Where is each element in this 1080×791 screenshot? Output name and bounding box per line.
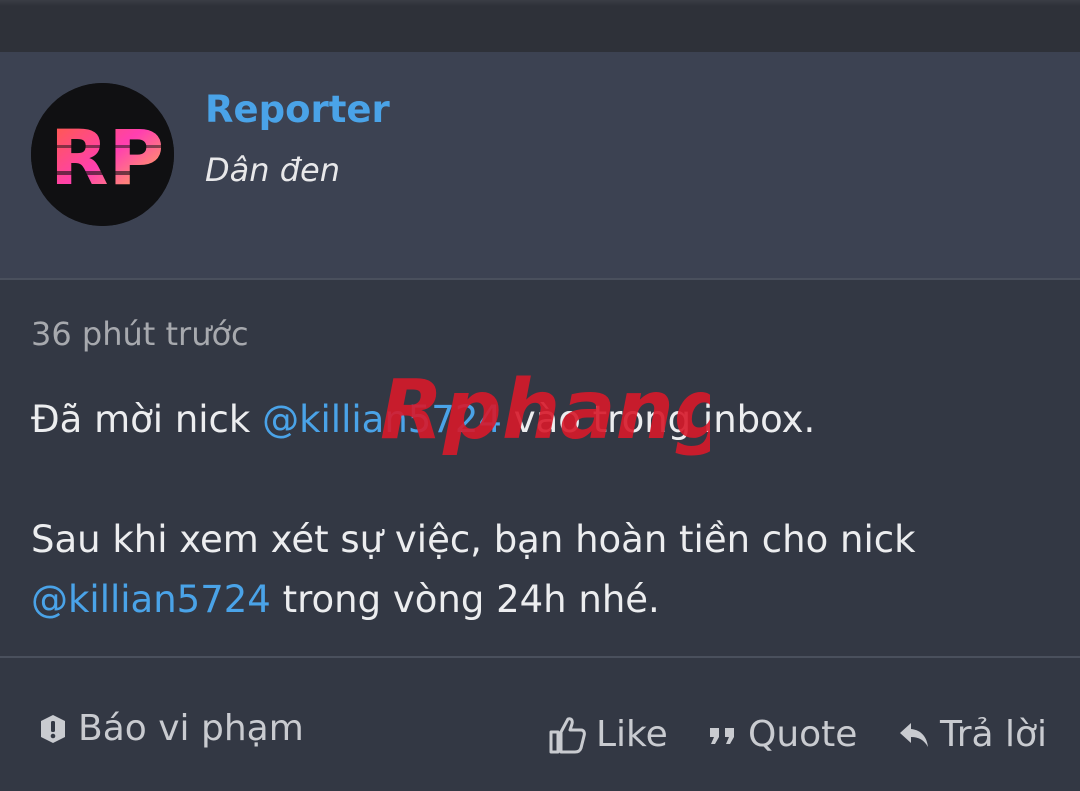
post-timestamp[interactable]: 36 phút trước	[31, 315, 249, 353]
avatar-letter-r: RP	[50, 113, 164, 202]
actions-divider	[0, 656, 1080, 658]
author-name[interactable]: Reporter	[205, 88, 390, 131]
report-button[interactable]: Báo vi phạm	[38, 708, 304, 749]
post-author-block: RP Reporter Dân đen	[0, 52, 1080, 280]
top-edge	[0, 0, 1080, 6]
reply-button[interactable]: Trả lời	[898, 714, 1047, 755]
message-text: Đã mời nick	[31, 398, 263, 441]
post-container: RP Reporter Dân đen 36 phút trước Đã mời…	[0, 52, 1080, 791]
message-line-1: Đã mời nick @killian5724 vào trong inbox…	[31, 390, 1051, 450]
reply-arrow-icon	[898, 720, 930, 750]
user-mention-link[interactable]: @killian5724	[262, 398, 502, 441]
avatar-image: RP	[31, 83, 174, 226]
user-mention-link[interactable]: @killian5724	[31, 578, 271, 621]
like-label: Like	[596, 714, 668, 755]
quote-button[interactable]: Quote	[708, 714, 857, 755]
message-line-3: @killian5724 trong vòng 24h nhé.	[31, 570, 1051, 630]
like-button[interactable]: Like	[548, 714, 668, 755]
avatar[interactable]: RP	[31, 83, 174, 226]
message-line-2: Sau khi xem xét sự việc, bạn hoàn tiền c…	[31, 518, 916, 561]
reply-label: Trả lời	[940, 714, 1048, 755]
exclamation-circle-icon	[38, 714, 68, 744]
author-title: Dân đen	[205, 151, 340, 189]
thumbs-up-icon	[548, 715, 586, 755]
top-strip	[0, 0, 1080, 52]
message-text: trong vòng 24h nhé.	[270, 578, 660, 621]
quote-label: Quote	[748, 714, 858, 755]
report-label: Báo vi phạm	[78, 708, 304, 749]
quote-icon	[708, 724, 738, 746]
message-text: vào trong inbox.	[501, 398, 816, 441]
post-message: Đã mời nick @killian5724 vào trong inbox…	[31, 390, 1051, 630]
